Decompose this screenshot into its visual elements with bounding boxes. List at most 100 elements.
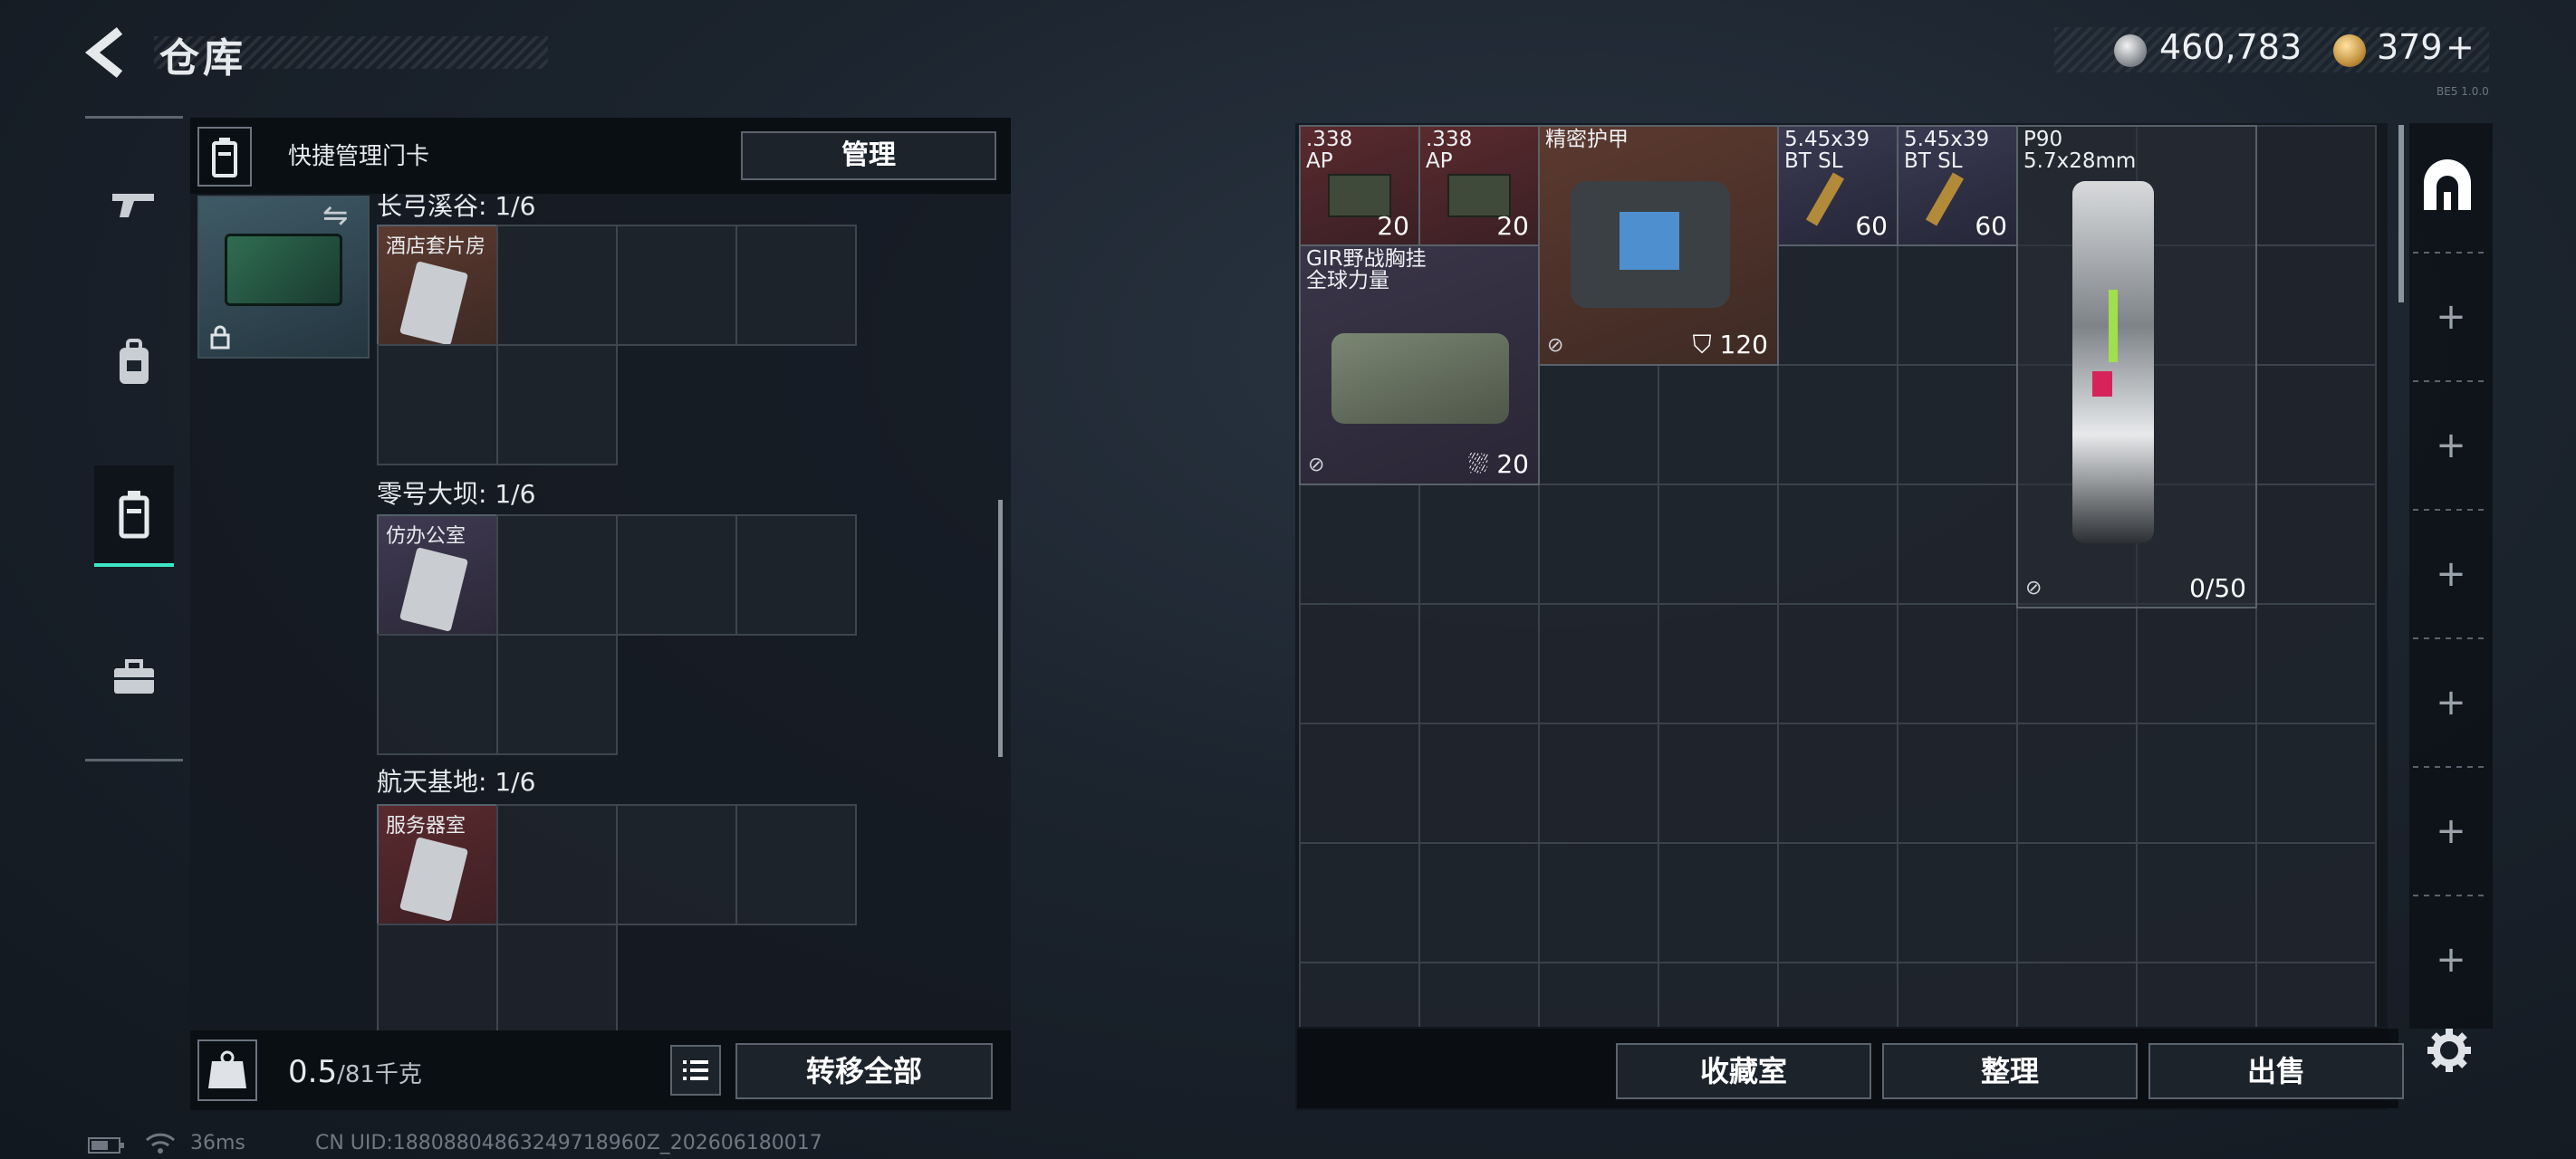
stash-empty-slot[interactable] [1777, 842, 1898, 963]
stash-empty-slot[interactable] [1418, 484, 1540, 605]
stash-scrollbar[interactable] [2398, 125, 2404, 302]
stash-empty-slot[interactable] [1897, 962, 2018, 1027]
add-stash-tab-button[interactable]: + [2424, 804, 2478, 858]
stash-empty-slot[interactable] [1777, 244, 1898, 366]
empty-slot[interactable] [496, 514, 618, 636]
sell-button[interactable]: 出售 [2148, 1043, 2404, 1099]
stash-empty-slot[interactable] [2255, 842, 2377, 963]
stash-empty-slot[interactable] [2255, 723, 2377, 844]
inventory-item-armor[interactable]: 精密护甲 ⊘ ⛉ 120 [1538, 125, 1779, 366]
stash-empty-slot[interactable] [1299, 723, 1420, 844]
empty-slot[interactable] [377, 344, 498, 465]
stash-empty-slot[interactable] [1897, 842, 2018, 963]
stash-empty-slot[interactable] [2255, 962, 2377, 1027]
keycard-slot[interactable]: 仿办公室 [377, 514, 498, 636]
empty-slot[interactable] [377, 924, 498, 1030]
stash-empty-slot[interactable] [1299, 484, 1420, 605]
tab-keycards[interactable] [94, 465, 174, 567]
stash-empty-slot[interactable] [1658, 962, 1779, 1027]
keycard-scrollbar[interactable] [998, 500, 1003, 757]
empty-slot[interactable] [496, 804, 618, 925]
stash-empty-slot[interactable] [1299, 842, 1420, 963]
stash-empty-slot[interactable] [1418, 603, 1540, 724]
stash-empty-slot[interactable] [1777, 364, 1898, 485]
add-currency-button[interactable]: + [2446, 27, 2475, 67]
stash-empty-slot[interactable] [1658, 603, 1779, 724]
sort-button[interactable]: 整理 [1882, 1043, 2138, 1099]
stash-empty-slot[interactable] [2136, 603, 2257, 724]
inventory-item-weapon[interactable]: P90 5.7x28mm ⊘ 0/50 [2016, 125, 2257, 608]
tab-backpack[interactable] [94, 311, 174, 413]
stash-empty-slot[interactable] [1658, 842, 1779, 963]
manage-button[interactable]: 管理 [741, 131, 996, 180]
stash-empty-slot[interactable] [1777, 723, 1898, 844]
keycard-slot[interactable]: 服务器室 [377, 804, 498, 925]
empty-slot[interactable] [735, 225, 857, 346]
stash-empty-slot[interactable] [1299, 603, 1420, 724]
stash-empty-slot[interactable] [1538, 364, 1659, 485]
stash-empty-slot[interactable] [2255, 244, 2377, 366]
add-stash-tab-button[interactable]: + [2424, 547, 2478, 601]
empty-slot[interactable] [616, 514, 737, 636]
back-arrow-icon[interactable] [83, 25, 130, 80]
stash-empty-slot[interactable] [1418, 962, 1540, 1027]
stash-empty-slot[interactable] [1897, 723, 2018, 844]
stash-empty-slot[interactable] [1538, 842, 1659, 963]
empty-slot[interactable] [616, 225, 737, 346]
stash-empty-slot[interactable] [1418, 842, 1540, 963]
empty-slot[interactable] [496, 634, 618, 755]
collection-room-button[interactable]: 收藏室 [1616, 1043, 1871, 1099]
stash-home-icon[interactable] [2418, 159, 2476, 216]
list-view-button[interactable] [670, 1045, 721, 1096]
stash-empty-slot[interactable] [1538, 962, 1659, 1027]
stash-empty-slot[interactable] [2255, 364, 2377, 485]
stash-empty-slot[interactable] [2136, 962, 2257, 1027]
stash-empty-slot[interactable] [2136, 723, 2257, 844]
stash-empty-slot[interactable] [1777, 962, 1898, 1027]
inventory-item-ammo[interactable]: 5.45x39 BT SL 60 [1777, 125, 1898, 246]
empty-slot[interactable] [496, 344, 618, 465]
add-stash-tab-button[interactable]: + [2424, 933, 2478, 987]
stash-empty-slot[interactable] [2016, 723, 2138, 844]
stash-empty-slot[interactable] [1897, 484, 2018, 605]
tab-weapons[interactable] [94, 154, 174, 255]
stash-empty-slot[interactable] [2016, 842, 2138, 963]
empty-slot[interactable] [496, 924, 618, 1030]
stash-empty-slot[interactable] [1418, 723, 1540, 844]
inventory-item-ammo[interactable]: 5.45x39 BT SL 60 [1897, 125, 2018, 246]
tab-toolbox[interactable] [94, 627, 174, 728]
empty-slot[interactable] [616, 804, 737, 925]
add-stash-tab-button[interactable]: + [2424, 290, 2478, 344]
stash-empty-slot[interactable] [1897, 244, 2018, 366]
stash-empty-slot[interactable] [1658, 484, 1779, 605]
empty-slot[interactable] [377, 634, 498, 755]
stash-empty-slot[interactable] [1897, 603, 2018, 724]
inventory-item-chest-rig[interactable]: GIR野战胸挂 全球力量 ⊘ ⛆ 20 [1299, 244, 1540, 485]
inventory-item-ammo[interactable]: .338 AP 20 [1299, 125, 1420, 246]
empty-slot[interactable] [735, 804, 857, 925]
keycard-slot[interactable]: 酒店套片房 [377, 225, 498, 346]
stash-empty-slot[interactable] [1658, 723, 1779, 844]
inventory-item-ammo[interactable]: .338 AP 20 [1418, 125, 1540, 246]
stash-empty-slot[interactable] [1777, 603, 1898, 724]
add-stash-tab-button[interactable]: + [2424, 418, 2478, 473]
stash-empty-slot[interactable] [2255, 603, 2377, 724]
empty-slot[interactable] [735, 514, 857, 636]
swap-icon[interactable]: ⇋ [322, 197, 349, 234]
add-stash-tab-button[interactable]: + [2424, 675, 2478, 730]
stash-empty-slot[interactable] [2016, 603, 2138, 724]
stash-empty-slot[interactable] [1777, 484, 1898, 605]
transfer-all-button[interactable]: 转移全部 [735, 1043, 993, 1099]
stash-empty-slot[interactable] [1299, 962, 1420, 1027]
stash-empty-slot[interactable] [1658, 364, 1779, 485]
stash-empty-slot[interactable] [2016, 962, 2138, 1027]
stash-empty-slot[interactable] [1538, 723, 1659, 844]
stash-empty-slot[interactable] [2255, 484, 2377, 605]
empty-slot[interactable] [496, 225, 618, 346]
stash-empty-slot[interactable] [1897, 364, 2018, 485]
stash-empty-slot[interactable] [2255, 125, 2377, 246]
stash-empty-slot[interactable] [2136, 842, 2257, 963]
stash-empty-slot[interactable] [1538, 484, 1659, 605]
stash-empty-slot[interactable] [1538, 603, 1659, 724]
gear-icon[interactable] [2424, 1025, 2475, 1076]
